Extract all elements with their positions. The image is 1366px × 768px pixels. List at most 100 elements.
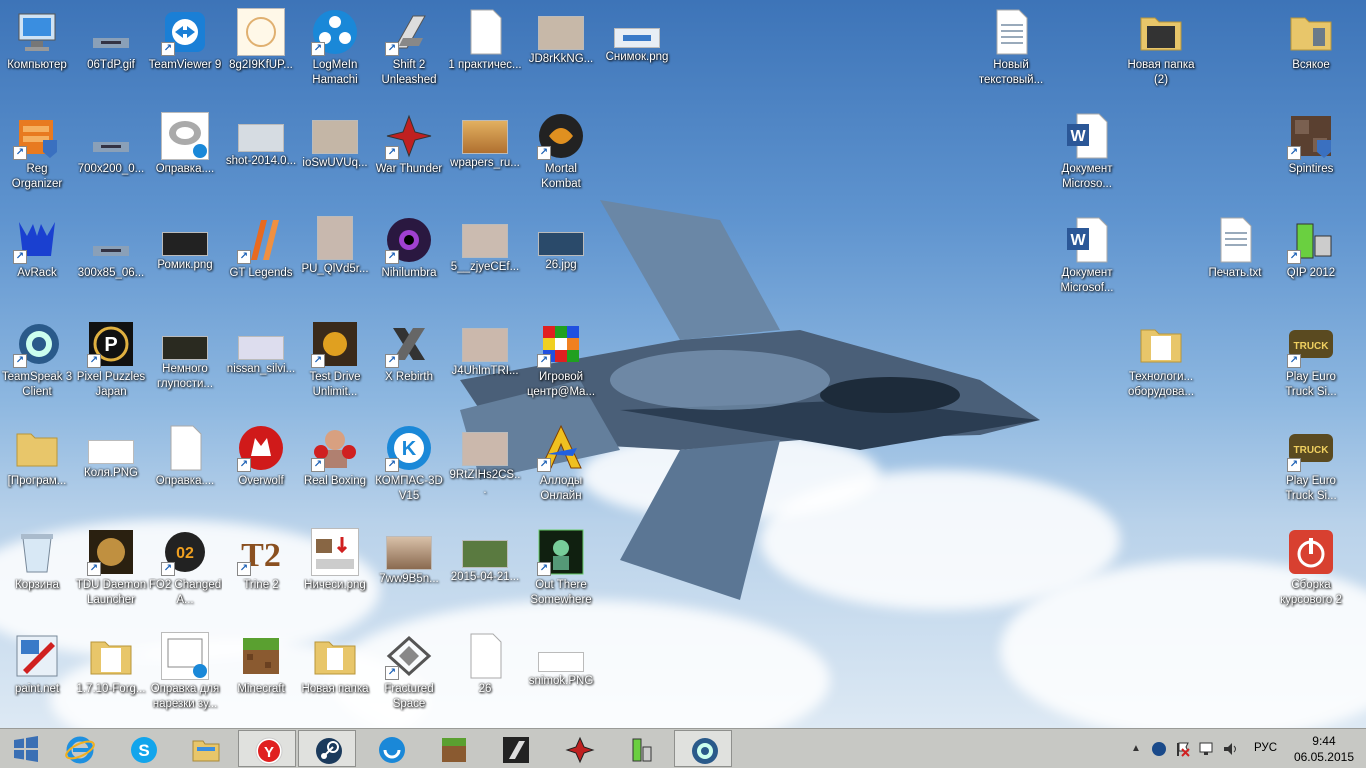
desktop-icon-pixel-puzzles[interactable]: P ↗ Pixel Puzzles Japan <box>74 314 148 414</box>
taskbar-file-explorer[interactable] <box>176 730 234 767</box>
desktop-icon-paint-net[interactable]: paint.net <box>0 626 74 726</box>
show-hidden-icons-icon[interactable]: ▲ <box>1128 741 1144 757</box>
desktop-icon-euro-truck[interactable]: TRUCK ↗ Play Euro Truck Si... <box>1274 418 1348 518</box>
image-thumbnail-icon <box>462 432 508 466</box>
tray-app-icon[interactable] <box>1151 741 1167 757</box>
desktop-icon-teamspeak[interactable]: ↗ TeamSpeak 3 Client <box>0 314 74 414</box>
desktop-icon-file[interactable]: 5__zjyeCEf... <box>448 210 522 310</box>
taskbar-kompas[interactable] <box>362 730 420 767</box>
taskbar-yandex-browser[interactable]: Y <box>238 730 296 767</box>
network-icon[interactable] <box>1198 741 1214 757</box>
taskbar-shift2[interactable] <box>486 730 544 767</box>
desktop-icon-shift2[interactable]: ↗ Shift 2 Unleashed <box>372 2 446 102</box>
desktop-icon-file[interactable]: ioSwUVUq... <box>298 106 372 206</box>
desktop-icon-tdu[interactable]: ↗ TDU Daemon Launcher <box>74 522 148 622</box>
desktop-icon-reg-organizer[interactable]: ↗ Reg Organizer <box>0 106 74 206</box>
image-thumbnail-icon <box>311 528 359 576</box>
icon-label: Компьютер <box>7 59 67 71</box>
desktop-icon-file[interactable]: nissan_silvi... <box>224 314 298 414</box>
desktop-icon-shutdown-shortcut[interactable]: Сборка курсового 2 <box>1274 522 1348 622</box>
desktop-icon-file[interactable]: Немного глупости... <box>148 314 222 414</box>
taskbar-qip[interactable] <box>612 730 670 767</box>
qip-icon: ↗ <box>1287 216 1335 264</box>
desktop-icon-folder[interactable]: Всякое <box>1274 2 1348 102</box>
desktop-icon-file[interactable]: Ничеси.png <box>298 522 372 622</box>
desktop-icon-word-document[interactable]: W Документ Microso... <box>1050 106 1124 206</box>
desktop-icon-x-rebirth[interactable]: ↗ X Rebirth <box>372 314 446 414</box>
action-center-flag-icon[interactable] <box>1174 741 1190 757</box>
taskbar-war-thunder[interactable] <box>550 730 608 767</box>
desktop-icon-trine2[interactable]: T2 ↗ Trine 2 <box>224 522 298 622</box>
desktop-icon-computer[interactable]: Компьютер <box>0 2 74 102</box>
desktop-icon-file[interactable]: 8g2I9KfUP... <box>224 2 298 102</box>
desktop-icon-file[interactable]: 26 <box>448 626 522 726</box>
input-language-indicator[interactable]: РУС <box>1254 742 1277 754</box>
desktop-icon-folder[interactable]: [Програм... <box>0 418 74 518</box>
desktop-icon-file[interactable]: 2015-04-21... <box>448 522 522 622</box>
desktop-icon-file[interactable]: Новый текстовый... <box>974 2 1048 102</box>
desktop-icon-file[interactable]: 7ww9B5n... <box>372 522 446 622</box>
taskbar-steam[interactable] <box>298 730 356 767</box>
desktop-icon-fo2[interactable]: 02 ↗ FO2 Changed A... <box>148 522 222 622</box>
desktop-icon-file[interactable]: 26.jpg <box>524 210 598 310</box>
desktop-icon-avrack[interactable]: ↗ AvRack <box>0 210 74 310</box>
desktop-icon-file[interactable]: snimok.PNG <box>524 626 598 726</box>
desktop-icon-out-there[interactable]: ↗ Out There Somewhere <box>524 522 598 622</box>
taskbar-teamspeak[interactable] <box>674 730 732 767</box>
desktop-icon-file[interactable]: Оправка.... <box>148 418 222 518</box>
desktop-icon-file[interactable]: 9RtZIHs2CS... <box>448 418 522 518</box>
desktop-icon-war-thunder[interactable]: ↗ War Thunder <box>372 106 446 206</box>
taskbar-minecraft[interactable] <box>424 730 482 767</box>
svg-text:P: P <box>104 334 117 356</box>
desktop-icon-test-drive[interactable]: ↗ Test Drive Unlimit... <box>298 314 372 414</box>
desktop-icon-folder[interactable]: Технологи... оборудова... <box>1124 314 1198 414</box>
desktop-icon-file[interactable]: Оправка для нарезки зу... <box>148 626 222 726</box>
desktop-icon-hamachi[interactable]: ↗ LogMeIn Hamachi <box>298 2 372 102</box>
desktop-icon-nihilumbra[interactable]: ↗ Nihilumbra <box>372 210 446 310</box>
clock[interactable]: 9:44 06.05.2015 <box>1294 733 1354 765</box>
desktop-icon-file[interactable]: Коля.PNG <box>74 418 148 518</box>
desktop-icon-file[interactable]: 1 практичес... <box>448 2 522 102</box>
desktop-icon-folder[interactable]: Новая папка (2) <box>1124 2 1198 102</box>
desktop-icon-file[interactable]: 300x85_06... <box>74 210 148 310</box>
desktop-icon-file[interactable]: Печать.txt <box>1198 210 1272 310</box>
desktop-icon-mortal-kombat[interactable]: ↗ Mortal Kombat <box>524 106 598 206</box>
desktop-icon-file[interactable]: 06TdP.gif <box>74 2 148 102</box>
desktop-icon-word-document[interactable]: W Документ Microsof... <box>1050 210 1124 310</box>
desktop-icon-qip[interactable]: ↗ QIP 2012 <box>1274 210 1348 310</box>
desktop-icon-spintires[interactable]: ↗ Spintires <box>1274 106 1348 206</box>
image-thumbnail-icon <box>312 120 358 154</box>
icon-label: Pixel Puzzles Japan <box>76 371 146 398</box>
desktop-icon-euro-truck[interactable]: TRUCK ↗ Play Euro Truck Si... <box>1274 314 1348 414</box>
icon-label: Снимок.png <box>605 51 669 63</box>
folder-icon <box>87 632 135 680</box>
desktop-icon-file[interactable]: shot-2014.0... <box>224 106 298 206</box>
image-thumbnail-icon <box>162 232 208 256</box>
desktop-icon-file[interactable]: JD8rKkNG... <box>524 2 598 102</box>
desktop-icon-teamviewer[interactable]: ↗ TeamViewer 9 <box>148 2 222 102</box>
icon-label: FO2 Changed A... <box>148 579 222 606</box>
desktop-icon-kompas[interactable]: K ↗ КОМПАС-3D V15 <box>372 418 446 518</box>
shortcut-arrow-icon: ↗ <box>161 42 175 56</box>
desktop-icon-file[interactable]: Оправка.... <box>148 106 222 206</box>
desktop-icon-real-boxing[interactable]: ↗ Real Boxing <box>298 418 372 518</box>
desktop-icon-fractured-space[interactable]: ↗ Fractured Space <box>372 626 446 726</box>
desktop-icon-folder[interactable]: 1.7.10-Forg... <box>74 626 148 726</box>
taskbar-internet-explorer[interactable] <box>50 730 108 767</box>
desktop-icon-file[interactable]: J4UhlmTRI... <box>448 314 522 414</box>
desktop[interactable]: Компьютер 06TdP.gif ↗ TeamViewer 9 8g2I9… <box>0 0 1366 728</box>
desktop-icon-file[interactable]: Снимок.png <box>600 2 674 102</box>
desktop-icon-overwolf[interactable]: ↗ Overwolf <box>224 418 298 518</box>
desktop-icon-game-center[interactable]: ↗ Игровой центр@Ma... <box>524 314 598 414</box>
volume-icon[interactable] <box>1222 741 1238 757</box>
desktop-icon-file[interactable]: PU_QlVd5r... <box>298 210 372 310</box>
desktop-icon-gt-legends[interactable]: ↗ GT Legends <box>224 210 298 310</box>
desktop-icon-folder[interactable]: Новая папка <box>298 626 372 726</box>
desktop-icon-minecraft[interactable]: Minecraft <box>224 626 298 726</box>
taskbar-skype[interactable]: S <box>114 730 172 767</box>
desktop-icon-recycle-bin[interactable]: Корзина <box>0 522 74 622</box>
desktop-icon-allods[interactable]: ↗ Аллоды Онлайн <box>524 418 598 518</box>
desktop-icon-file[interactable]: Ромик.png <box>148 210 222 310</box>
desktop-icon-file[interactable]: wpapers_ru... <box>448 106 522 206</box>
desktop-icon-file[interactable]: 700x200_0... <box>74 106 148 206</box>
